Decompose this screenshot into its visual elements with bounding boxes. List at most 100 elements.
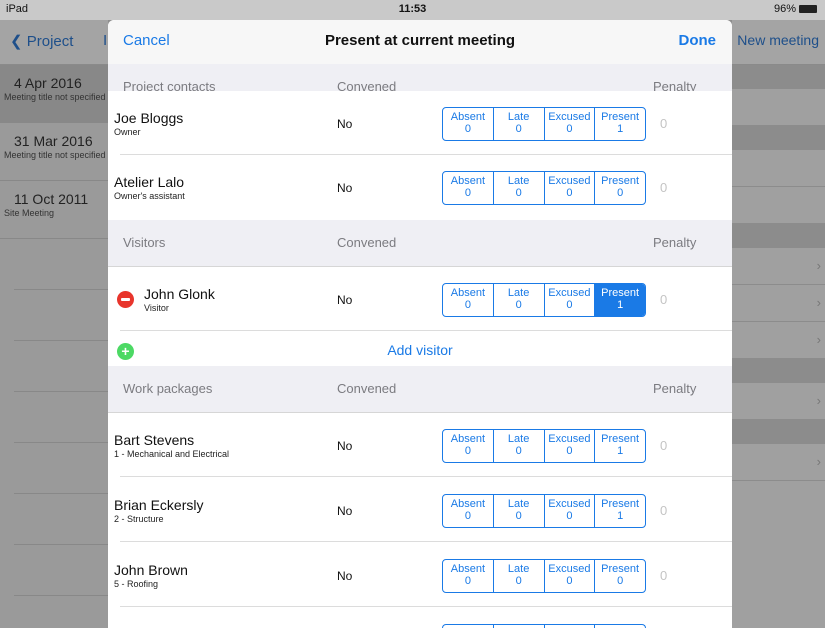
penalty-column-header: Penalty [653,235,697,250]
segment-late[interactable]: Late 0 [492,495,544,527]
segment-excused[interactable]: Excused 0 [543,430,595,462]
segment-present[interactable]: Present 0 [594,172,645,204]
convened-value: No [337,117,353,131]
attendance-segmented-control: Absent 0 Late 0 Excused 0 Present 1 [442,429,646,463]
section-header-visitors: Visitors Convened Penalty [108,220,732,267]
segment-excused[interactable]: Excused 0 [543,560,595,592]
detail-row[interactable]: › [732,444,825,481]
segment-count: 0 [464,299,471,311]
segment-late[interactable]: Late 0 [492,560,544,592]
segment-absent[interactable]: Absent 0 [443,495,493,527]
segment-label: Excused [548,563,591,575]
penalty-field[interactable]: 0 [660,438,667,453]
segment-label: Excused [548,111,591,123]
segment-present-selected[interactable]: Present 1 [594,284,645,316]
delete-visitor-icon[interactable] [117,291,134,308]
segment-count: 0 [464,123,471,135]
done-button[interactable]: Done [679,32,717,49]
segment-count: 0 [515,299,522,311]
segment-excused[interactable]: Excused 0 [543,108,595,140]
meeting-date: 31 Mar 2016 [14,133,93,149]
detail-row[interactable]: › [732,248,825,285]
detail-row [732,89,825,126]
penalty-field[interactable]: 0 [660,568,667,583]
detail-background: New meeting › › › › › [732,20,825,628]
segment-late[interactable]: Late 0 [492,284,544,316]
detail-row[interactable]: › [732,322,825,359]
segment-count: 1 [617,445,624,457]
section-band [732,420,825,444]
attendance-segmented-control: Absent 0 Late 0 Excused 0 Present 1 [442,494,646,528]
segment-count: 0 [515,187,522,199]
segment-label: Late [507,433,530,445]
penalty-column-header: Penalty [653,381,697,396]
battery-label: 96% [773,3,796,15]
segment-count: 0 [515,123,522,135]
segment-label: Present [601,287,640,299]
convened-value: No [337,293,353,307]
penalty-field[interactable]: 0 [660,116,667,131]
segment-present[interactable]: Present 1 [594,495,645,527]
segment-excused[interactable]: Excused 0 [543,495,595,527]
segment-absent[interactable]: Absent 0 [443,108,493,140]
empty-row [14,443,108,494]
segment-late[interactable]: Late 0 [492,430,544,462]
segment-label: Excused [548,433,591,445]
segment-count: 0 [566,575,573,587]
attendance-segmented-control [442,624,646,628]
segment-late[interactable]: Late 0 [492,172,544,204]
section-band [732,126,825,150]
meeting-date: 4 Apr 2016 [14,75,82,91]
add-visitor-row[interactable]: + Add visitor [108,332,732,366]
segment-label: Late [507,498,530,510]
segment-absent[interactable]: Absent 0 [443,284,493,316]
segment-present[interactable]: Present 0 [594,560,645,592]
penalty-field[interactable]: 0 [660,180,667,195]
segment-absent[interactable]: Absent 0 [443,560,493,592]
meeting-item[interactable]: 11 Oct 2011 Site Meeting [0,181,108,239]
meeting-item[interactable]: 31 Mar 2016 Meeting title not specified [0,123,108,181]
segment-count: 0 [566,299,573,311]
segment-count: 0 [566,510,573,522]
segment-count: 0 [464,510,471,522]
attendee-role: Owner [114,127,141,137]
attendance-segmented-control: Absent 0 Late 0 Excused 0 Present 1 [442,283,646,317]
segment-label: Excused [548,175,591,187]
meeting-list-background: ❮ Project I 4 Apr 2016 Meeting title not… [0,20,108,628]
segment-absent[interactable]: Absent 0 [443,172,493,204]
modal-header: Cancel Present at current meeting Done [108,20,732,65]
segment-present[interactable]: Present 1 [594,108,645,140]
penalty-field[interactable]: 0 [660,292,667,307]
segment-count: 0 [464,187,471,199]
segment-label: Late [507,111,530,123]
segment-excused[interactable]: Excused 0 [543,284,595,316]
attendance-segmented-control: Absent 0 Late 0 Excused 0 Present 1 [442,107,646,141]
segment-count: 0 [515,510,522,522]
segment-present[interactable]: Present 1 [594,430,645,462]
section-header-work-packages: Work packages Convened Penalty [108,366,732,413]
detail-row[interactable]: › [732,285,825,322]
convened-value: No [337,569,353,583]
segment-label: Present [601,433,640,445]
attendee-row: Bart Stevens 1 - Mechanical and Electric… [108,413,732,477]
penalty-field[interactable]: 0 [660,503,667,518]
add-visitor-button[interactable]: Add visitor [108,342,732,358]
empty-row [14,392,108,443]
truncated-title: I [103,32,108,49]
new-meeting-button[interactable]: New meeting [737,32,819,48]
segment-excused[interactable]: Excused 0 [543,172,595,204]
segment-late[interactable]: Late 0 [492,108,544,140]
meeting-title: Meeting title not specified [4,92,106,102]
segment-count: 0 [617,187,624,199]
segment-absent[interactable]: Absent 0 [443,430,493,462]
chevron-right-icon: › [816,454,821,469]
back-button[interactable]: ❮ Project [10,32,73,50]
segment-label: Present [601,498,640,510]
detail-row[interactable]: › [732,383,825,420]
segment-count: 0 [566,123,573,135]
meeting-item[interactable]: 4 Apr 2016 Meeting title not specified [0,65,108,123]
segment-count: 1 [617,510,624,522]
empty-row [14,290,108,341]
chevron-right-icon: › [816,332,821,347]
attendee-row: Joe Bloggs Owner No Absent 0 Late 0 Excuse… [108,91,732,155]
